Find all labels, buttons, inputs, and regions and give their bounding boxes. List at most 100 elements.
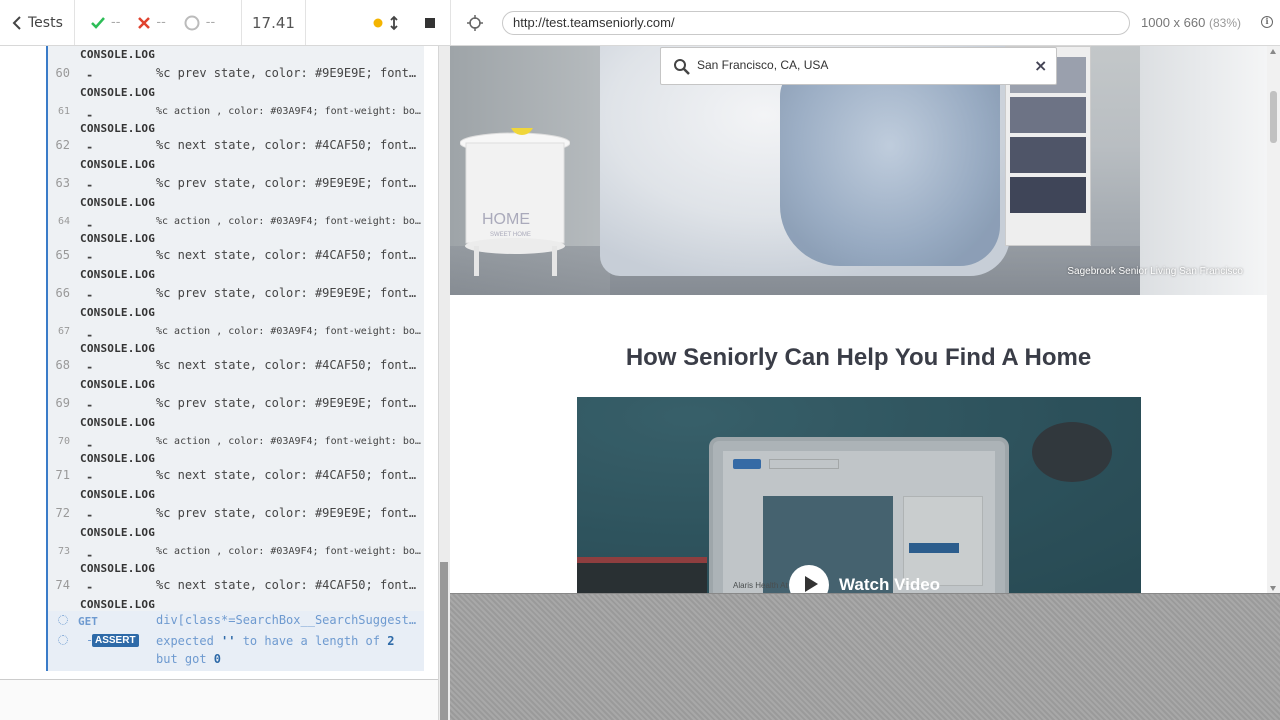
command-number: 65: [55, 248, 70, 262]
command-message: %c prev state, color: #9E9E9E; font-weig…: [156, 396, 422, 410]
video-thumbnail[interactable]: Alaris Health At ... Watch Video: [577, 397, 1141, 593]
command-row[interactable]: 72 - %c prev state, color: #9E9E9E; font-w…: [48, 506, 426, 544]
command-dash: -: [86, 508, 94, 522]
command-dash: -: [86, 218, 94, 232]
command-number: 68: [55, 358, 70, 372]
command-dash: -: [86, 398, 94, 412]
assert-badge: ASSERT: [92, 634, 139, 647]
assert-value: '': [221, 634, 236, 648]
command-log: CONSOLE.LOG 60 - %c prev state, color: #9E9…: [0, 46, 440, 680]
search-input[interactable]: [697, 58, 1027, 72]
command-number: 72: [55, 506, 70, 520]
info-icon[interactable]: i: [1261, 16, 1273, 28]
command-row[interactable]: 64 - %c action , color: #03A9F4; font-weig…: [48, 214, 426, 248]
command-message: %c next state, color: #4CAF50; font-weig…: [156, 358, 422, 372]
command-row[interactable]: 70 - %c action , color: #03A9F4; font-weig…: [48, 434, 426, 468]
run-duration: 17.41: [242, 0, 306, 45]
viewport-size: 1000 x 660 (83%): [1141, 15, 1241, 30]
viewport-scale: (83%): [1208, 16, 1241, 30]
command-dash: -: [86, 580, 94, 594]
app-scrollbar[interactable]: [1267, 46, 1280, 593]
command-number: 66: [55, 286, 70, 300]
command-row[interactable]: 71 - %c next state, color: #4CAF50; font-w…: [48, 468, 426, 506]
command-label: CONSOLE.LOG: [80, 526, 156, 539]
command-dash: -: [86, 328, 94, 342]
command-list: CONSOLE.LOG 60 - %c prev state, color: #9E9…: [46, 46, 424, 670]
tests-label: Tests: [28, 14, 63, 31]
hero-closet: [1140, 46, 1267, 295]
command-message: %c action , color: #03A9F4; font-weight:…: [156, 326, 422, 337]
command-row[interactable]: CONSOLE.LOG: [48, 47, 426, 63]
url-bar[interactable]: http://test.teamseniorly.com/: [502, 11, 1130, 35]
command-label: CONSOLE.LOG: [80, 122, 156, 135]
command-dash: -: [86, 68, 94, 82]
command-row[interactable]: 60 - %c prev state, color: #9E9E9E; font-w…: [48, 66, 426, 104]
watch-video-label[interactable]: Watch Video: [839, 575, 940, 593]
section-title: How Seniorly Can Help You Find A Home: [625, 344, 1092, 371]
failed-count: --: [156, 15, 166, 30]
spinner-icon: [58, 635, 68, 645]
command-dash: -: [86, 288, 94, 302]
command-row[interactable]: 68 - %c next state, color: #4CAF50; font-w…: [48, 358, 426, 396]
command-label: CONSOLE.LOG: [80, 488, 156, 501]
command-label: CONSOLE.LOG: [80, 598, 156, 611]
command-number: 63: [55, 176, 70, 190]
assert-value: 2: [387, 634, 395, 648]
location-search-box[interactable]: ×: [660, 47, 1057, 85]
assert-text: expected: [156, 634, 222, 648]
selector-playground-button[interactable]: [451, 0, 499, 45]
hero-sign-subtext: SWEET HOME: [490, 232, 531, 238]
command-label: CONSOLE.LOG: [80, 562, 156, 575]
hero-blanket: [780, 66, 1000, 266]
command-row[interactable]: 63 - %c prev state, color: #9E9E9E; font-w…: [48, 176, 426, 214]
command-dash: -: [86, 250, 94, 264]
command-row[interactable]: 69 - %c prev state, color: #9E9E9E; font-w…: [48, 396, 426, 434]
reporter-scrollbar-thumb[interactable]: [440, 562, 448, 720]
command-label: CONSOLE.LOG: [80, 268, 156, 281]
pending-count: --: [205, 15, 216, 30]
command-label: CONSOLE.LOG: [80, 342, 156, 355]
command-row[interactable]: 67 - %c action , color: #03A9F4; font-weig…: [48, 324, 426, 358]
command-label: CONSOLE.LOG: [80, 452, 156, 465]
viewport-dimensions: 1000 x 660: [1141, 15, 1206, 30]
command-dash: -: [86, 470, 94, 484]
command-number: 74: [55, 578, 70, 592]
check-icon: [91, 16, 105, 29]
failed-command[interactable]: GET div[class*=SearchBox__SearchSuggesti…: [46, 611, 424, 671]
scroll-down-icon[interactable]: [1270, 586, 1276, 591]
command-row[interactable]: 61 - %c action , color: #03A9F4; font-weig…: [48, 104, 426, 138]
command-number: 70: [57, 436, 70, 447]
hero-caption: Sagebrook Senior Living San Francisco: [1067, 266, 1243, 277]
app-iframe: HOME SWEET HOME Sagebrook Senior Living …: [450, 46, 1280, 594]
command-message: %c action , color: #03A9F4; font-weight:…: [156, 216, 422, 227]
assert-text: but got: [156, 652, 214, 666]
command-dash: -: [86, 438, 94, 452]
command-row[interactable]: 73 - %c action , color: #03A9F4; font-weig…: [48, 544, 426, 578]
command-message: %c action , color: #03A9F4; font-weight:…: [156, 546, 422, 557]
command-number: 61: [57, 106, 70, 117]
app-scrollbar-thumb[interactable]: [1270, 91, 1277, 143]
command-dash: -: [86, 178, 94, 192]
command-label: CONSOLE.LOG: [80, 196, 156, 209]
command-dash: -: [86, 108, 94, 122]
command-label: CONSOLE.LOG: [80, 48, 156, 61]
command-label: CONSOLE.LOG: [80, 232, 156, 245]
circle-notch-icon: [184, 15, 200, 30]
command-label: CONSOLE.LOG: [80, 416, 156, 429]
failed-stat: --: [138, 15, 166, 30]
command-row[interactable]: 62 - %c next state, color: #4CAF50; font-w…: [48, 138, 426, 176]
x-icon: [138, 16, 151, 29]
autoscroll-toggle[interactable]: [372, 15, 402, 31]
stop-icon[interactable]: [424, 17, 436, 29]
scroll-up-icon[interactable]: [1270, 49, 1276, 54]
command-message: %c next state, color: #4CAF50; font-weig…: [156, 138, 422, 152]
command-row[interactable]: 66 - %c prev state, color: #9E9E9E; font-w…: [48, 286, 426, 324]
tests-button[interactable]: Tests: [0, 0, 75, 45]
clear-search-icon[interactable]: ×: [1034, 56, 1047, 75]
command-label: CONSOLE.LOG: [80, 306, 156, 319]
spinner-icon: [58, 615, 68, 625]
command-number: 69: [55, 396, 70, 410]
command-message: %c next state, color: #4CAF50; font-weig…: [156, 468, 422, 482]
drawer: [1010, 97, 1086, 133]
command-row[interactable]: 65 - %c next state, color: #4CAF50; font-w…: [48, 248, 426, 286]
